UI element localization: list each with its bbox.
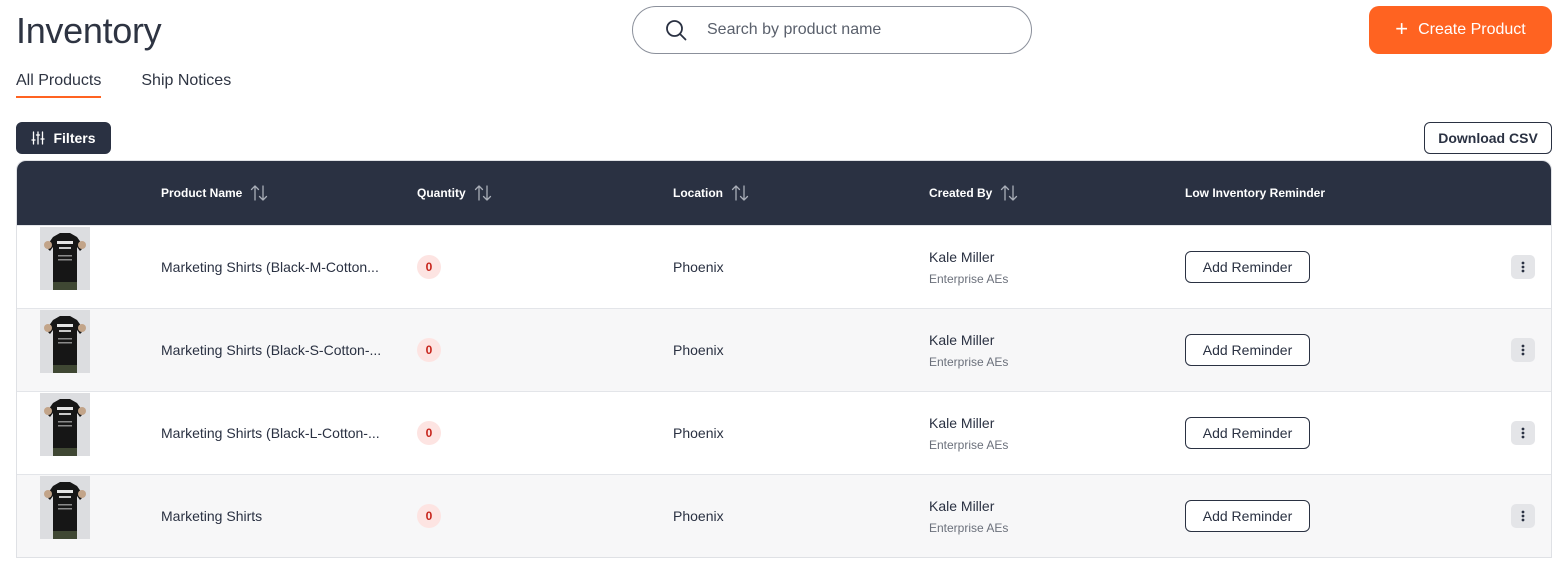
product-name[interactable]: Marketing Shirts (Black-S-Cotton-... xyxy=(161,309,381,391)
created-by-cell: Kale Miller Enterprise AEs xyxy=(929,475,1008,557)
inventory-table: Product Name Quantity Location Created B… xyxy=(16,160,1552,558)
creator-team: Enterprise AEs xyxy=(929,271,1009,286)
add-reminder-button[interactable]: Add Reminder xyxy=(1185,500,1310,532)
product-name[interactable]: Marketing Shirts (Black-M-Cotton... xyxy=(161,226,379,308)
quantity-cell: 0 xyxy=(417,309,441,391)
column-label: Location xyxy=(673,186,723,200)
table-header: Product Name Quantity Location Created B… xyxy=(17,161,1551,225)
creator-team: Enterprise AEs xyxy=(929,520,1009,535)
quantity-badge: 0 xyxy=(417,338,441,362)
creator-name: Kale Miller xyxy=(929,331,995,348)
product-thumbnail xyxy=(40,476,90,539)
sort-icon[interactable] xyxy=(474,185,492,201)
quantity-cell: 0 xyxy=(417,226,441,308)
more-vertical-icon xyxy=(1521,427,1525,439)
created-by-cell: Kale Miller Enterprise AEs xyxy=(929,392,1008,474)
more-vertical-icon xyxy=(1521,261,1525,273)
creator-team: Enterprise AEs xyxy=(929,354,1009,369)
plus-icon: + xyxy=(1395,16,1409,41)
column-header-quantity[interactable]: Quantity xyxy=(417,161,492,225)
search-bar[interactable] xyxy=(632,6,1032,54)
add-reminder-button[interactable]: Add Reminder xyxy=(1185,334,1310,366)
page-title: Inventory xyxy=(16,10,162,51)
product-thumbnail xyxy=(40,227,90,290)
tab-ship-notices[interactable]: Ship Notices xyxy=(141,72,231,98)
tab-bar: All Products Ship Notices xyxy=(16,72,231,98)
location-cell: Phoenix xyxy=(673,342,724,358)
created-by-cell: Kale Miller Enterprise AEs xyxy=(929,309,1008,391)
created-by-cell: Kale Miller Enterprise AEs xyxy=(929,226,1008,308)
reminder-cell: Add Reminder xyxy=(1185,392,1310,474)
column-label: Quantity xyxy=(417,186,466,200)
filters-label: Filters xyxy=(53,130,96,146)
row-more-button[interactable] xyxy=(1511,255,1535,279)
create-product-label: Create Product xyxy=(1418,21,1526,38)
table-row[interactable]: Marketing Shirts (Black-M-Cotton... 0 Ph… xyxy=(17,225,1551,308)
column-header-created-by[interactable]: Created By xyxy=(929,161,1018,225)
column-header-product-name[interactable]: Product Name xyxy=(161,161,268,225)
product-thumbnail xyxy=(40,393,90,456)
search-icon xyxy=(665,19,687,41)
quantity-cell: 0 xyxy=(417,475,441,557)
creator-name: Kale Miller xyxy=(929,414,995,431)
add-reminder-button[interactable]: Add Reminder xyxy=(1185,417,1310,449)
quantity-cell: 0 xyxy=(417,392,441,474)
product-name[interactable]: Marketing Shirts (Black-L-Cotton-... xyxy=(161,392,380,474)
filters-button[interactable]: Filters xyxy=(16,122,111,154)
more-vertical-icon xyxy=(1521,344,1525,356)
column-label: Low Inventory Reminder xyxy=(1185,186,1326,200)
row-more-button[interactable] xyxy=(1511,504,1535,528)
quantity-badge: 0 xyxy=(417,421,441,445)
location-cell: Phoenix xyxy=(673,259,724,275)
tab-all-products[interactable]: All Products xyxy=(16,72,102,98)
location-cell: Phoenix xyxy=(673,425,724,441)
creator-name: Kale Miller xyxy=(929,248,995,265)
add-reminder-button[interactable]: Add Reminder xyxy=(1185,251,1310,283)
column-header-low-inventory-reminder: Low Inventory Reminder xyxy=(1185,161,1325,225)
sort-icon[interactable] xyxy=(731,185,749,201)
column-label: Product Name xyxy=(161,186,243,200)
quantity-badge: 0 xyxy=(417,255,441,279)
table-row[interactable]: Marketing Shirts (Black-S-Cotton-... 0 P… xyxy=(17,308,1551,391)
column-header-location[interactable]: Location xyxy=(673,161,749,225)
product-name[interactable]: Marketing Shirts xyxy=(161,475,262,557)
table-row[interactable]: Marketing Shirts (Black-L-Cotton-... 0 P… xyxy=(17,391,1551,474)
reminder-cell: Add Reminder xyxy=(1185,226,1310,308)
quantity-badge: 0 xyxy=(417,504,441,528)
more-vertical-icon xyxy=(1521,510,1525,522)
table-row[interactable]: Marketing Shirts 0 Phoenix Kale Miller E… xyxy=(17,474,1551,557)
location-cell: Phoenix xyxy=(673,508,724,524)
download-csv-button[interactable]: Download CSV xyxy=(1424,122,1552,154)
row-more-button[interactable] xyxy=(1511,421,1535,445)
sort-icon[interactable] xyxy=(1000,185,1018,201)
search-input[interactable] xyxy=(707,21,1007,39)
table-body: Marketing Shirts (Black-M-Cotton... 0 Ph… xyxy=(17,225,1551,557)
creator-name: Kale Miller xyxy=(929,497,995,514)
product-thumbnail xyxy=(40,310,90,373)
sort-icon[interactable] xyxy=(250,185,268,201)
row-more-button[interactable] xyxy=(1511,338,1535,362)
column-label: Created By xyxy=(929,186,993,200)
sliders-icon xyxy=(31,131,46,145)
creator-team: Enterprise AEs xyxy=(929,437,1009,452)
create-product-button[interactable]: + Create Product xyxy=(1369,6,1552,54)
reminder-cell: Add Reminder xyxy=(1185,309,1310,391)
reminder-cell: Add Reminder xyxy=(1185,475,1310,557)
